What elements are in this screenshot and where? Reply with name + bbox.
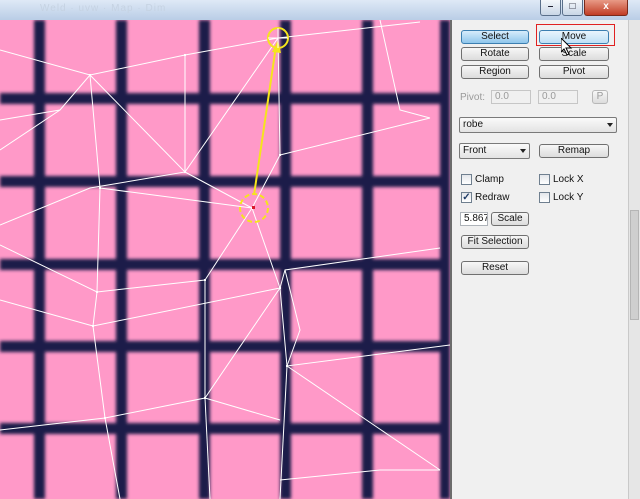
pivot-label: Pivot: <box>460 92 486 103</box>
reset-button[interactable]: Reset <box>461 261 529 275</box>
minimize-icon: – <box>547 1 554 12</box>
close-button[interactable]: x <box>584 0 628 16</box>
material-dropdown[interactable]: robe <box>459 117 617 133</box>
chevron-down-icon <box>607 123 613 127</box>
lock-y-label: Lock Y <box>553 192 584 203</box>
redraw-checkbox[interactable]: ✓ <box>461 192 472 203</box>
chevron-down-icon <box>520 149 526 153</box>
close-icon: x <box>603 1 609 12</box>
pivot-button[interactable]: Pivot <box>539 65 609 79</box>
title-bar: Weld · uvw · Map · Dim – □ x <box>0 0 640 21</box>
maximize-button[interactable]: □ <box>562 0 583 16</box>
uv-canvas[interactable] <box>0 20 450 499</box>
view-dropdown[interactable]: Front <box>459 143 530 159</box>
maximize-icon: □ <box>569 1 576 12</box>
minimize-button[interactable]: – <box>540 0 561 16</box>
uv-viewport[interactable] <box>0 20 450 499</box>
panel-scrollbar[interactable] <box>628 20 640 499</box>
pivot-y-field[interactable]: 0.0 <box>538 90 578 104</box>
rotate-button[interactable]: Rotate <box>461 47 529 61</box>
material-value: robe <box>463 119 484 130</box>
pivot-x-field[interactable]: 0.0 <box>491 90 531 104</box>
fit-selection-button[interactable]: Fit Selection <box>461 235 529 249</box>
clamp-checkbox[interactable] <box>461 174 472 185</box>
target-vertex-marker[interactable] <box>267 27 289 49</box>
view-value: Front <box>463 145 487 156</box>
mouse-cursor-icon <box>561 38 573 56</box>
remap-button[interactable]: Remap <box>539 144 609 158</box>
move-button[interactable]: Move <box>539 30 609 44</box>
lock-y-checkbox[interactable] <box>539 192 550 203</box>
lock-x-label: Lock X <box>553 174 584 185</box>
scale-tool-button[interactable]: Scale <box>539 47 609 61</box>
region-button[interactable]: Region <box>461 65 529 79</box>
select-button[interactable]: Select <box>461 30 529 44</box>
window-title: Weld · uvw · Map · Dim <box>40 3 167 14</box>
pivot-p-button[interactable]: P <box>592 90 608 104</box>
redraw-label: Redraw <box>475 192 510 203</box>
clamp-label: Clamp <box>475 174 504 185</box>
lock-x-checkbox[interactable] <box>539 174 550 185</box>
scrollbar-thumb[interactable] <box>630 210 639 320</box>
scale-apply-button[interactable]: Scale <box>491 212 529 226</box>
scale-value-field[interactable]: 5.867 <box>460 212 488 226</box>
